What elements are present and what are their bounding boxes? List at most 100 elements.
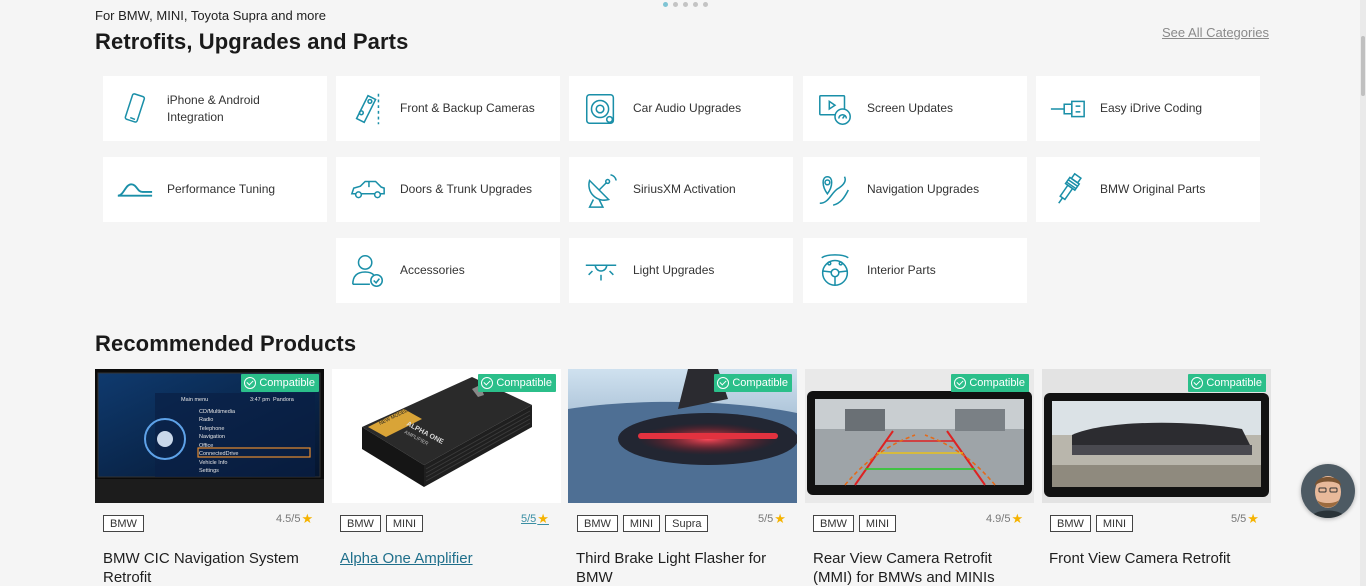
product-rating: 4.9/5 ★: [986, 511, 1023, 527]
product-name-link[interactable]: Third Brake Light Flasher for BMW: [576, 549, 791, 586]
category-doors-trunk[interactable]: Doors & Trunk Upgrades: [336, 157, 560, 222]
compatible-badge: Compatible: [1188, 374, 1266, 392]
carousel-dot[interactable]: [673, 2, 678, 7]
carousel-dot[interactable]: [683, 2, 688, 7]
category-screen-updates[interactable]: Screen Updates: [803, 76, 1027, 141]
rating-value: 4.5/5: [276, 513, 301, 525]
star-icon: ★: [1011, 511, 1024, 526]
category-label: Performance Tuning: [167, 182, 276, 196]
light-icon: [569, 238, 633, 303]
category-performance-tuning[interactable]: Performance Tuning: [103, 157, 327, 222]
screen-gauge-icon: [803, 76, 867, 141]
scrollbar-thumb[interactable]: [1361, 36, 1365, 96]
tag-badge: BMW: [103, 515, 144, 532]
tag-badge: Supra: [665, 515, 709, 532]
see-all-categories-link[interactable]: See All Categories: [1162, 25, 1269, 40]
map-pin-icon: [803, 157, 867, 222]
product-rating: 5/5 ★: [1231, 511, 1259, 527]
rating-value: 4.9/5: [986, 513, 1011, 525]
nav-header-left: Main menu: [181, 397, 208, 403]
spark-plug-icon: [1036, 157, 1100, 222]
product-name-link[interactable]: BMW CIC Navigation System Retrofit: [103, 549, 318, 586]
avatar-icon: [1301, 464, 1355, 518]
tag-badge: MINI: [1095, 515, 1134, 532]
carousel-dot[interactable]: [703, 2, 708, 7]
category-idrive-coding[interactable]: Easy iDrive Coding: [1036, 76, 1260, 141]
check-circle-icon: [1191, 377, 1204, 389]
tag-badge: BMW: [340, 515, 381, 532]
product-rating: 5/5 ★: [758, 511, 786, 527]
category-interior-parts[interactable]: Interior Parts: [803, 238, 1027, 303]
category-label: iPhone & Android Integration: [167, 92, 260, 124]
category-label: Car Audio Upgrades: [633, 101, 742, 115]
product-tags: BMW MINI: [340, 515, 424, 532]
page-scrollbar[interactable]: [1360, 0, 1366, 586]
check-circle-icon: [481, 377, 494, 389]
product-image[interactable]: NEW MODEL ALPHA ONE AMPLIFIER Compatible: [332, 369, 561, 503]
satellite-dish-icon: [569, 157, 633, 222]
phone-icon: [103, 76, 167, 141]
product-name-link[interactable]: Front View Camera Retrofit: [1049, 549, 1264, 568]
nav-menu-item: CD/Multimedia: [199, 409, 236, 415]
category-label: Front & Backup Cameras: [400, 101, 535, 115]
tag-badge: MINI: [385, 515, 424, 532]
recommended-title: Recommended Products: [95, 331, 357, 356]
tag-badge: BMW: [577, 515, 618, 532]
star-icon: ★: [537, 511, 549, 526]
nav-menu-item: Telephone: [199, 426, 224, 432]
tuning-curve-icon: [103, 157, 167, 222]
category-bmw-original-parts[interactable]: BMW Original Parts: [1036, 157, 1260, 222]
badge-label: Compatible: [1206, 377, 1262, 389]
badge-label: Compatible: [969, 377, 1025, 389]
compatible-badge: Compatible: [951, 374, 1029, 392]
category-iphone-android[interactable]: iPhone & Android Integration: [103, 76, 327, 141]
category-siriusxm[interactable]: SiriusXM Activation: [569, 157, 793, 222]
category-label: Screen Updates: [867, 101, 954, 115]
carousel-dot[interactable]: [663, 2, 668, 7]
star-icon: ★: [774, 511, 786, 526]
category-accessories[interactable]: Accessories: [336, 238, 560, 303]
nav-menu-item: ConnectedDrive: [199, 451, 238, 457]
product-rating: 4.5/5 ★: [276, 511, 313, 527]
category-navigation[interactable]: Navigation Upgrades: [803, 157, 1027, 222]
compatible-badge: Compatible: [478, 374, 556, 392]
product-name-link[interactable]: Rear View Camera Retrofit (MMI) for BMWs…: [813, 549, 1028, 586]
chat-avatar-button[interactable]: [1301, 464, 1355, 518]
category-light-upgrades[interactable]: Light Upgrades: [569, 238, 793, 303]
category-label: Interior Parts: [867, 263, 936, 277]
tag-badge: MINI: [858, 515, 897, 532]
category-car-audio[interactable]: Car Audio Upgrades: [569, 76, 793, 141]
product-rating-link[interactable]: 5/5 ★: [521, 511, 549, 527]
rating-value: 5/5: [758, 513, 774, 525]
product-image[interactable]: Compatible: [805, 369, 1034, 503]
product-image[interactable]: Main menu 3:47 pm Pandora CD/Multimedia …: [95, 369, 324, 503]
nav-menu-item: Settings: [199, 468, 219, 474]
nav-menu-item: Office: [199, 443, 213, 449]
product-name-link[interactable]: Alpha One Amplifier: [340, 549, 555, 568]
badge-label: Compatible: [496, 377, 552, 389]
rating-value: 5/5: [1231, 513, 1247, 525]
product-image[interactable]: Compatible: [568, 369, 797, 503]
usb-icon: [1036, 76, 1100, 141]
nav-menu-item: Vehicle Info: [199, 460, 227, 466]
product-tags: BMW MINI: [1050, 515, 1134, 532]
rating-value: 5/5: [521, 513, 537, 525]
categories-title: Retrofits, Upgrades and Parts: [95, 29, 409, 54]
product-tags: BMW MINI Supra: [577, 515, 709, 532]
badge-label: Compatible: [259, 377, 315, 389]
compatible-badge: Compatible: [241, 374, 319, 392]
carousel-dot[interactable]: [693, 2, 698, 7]
check-circle-icon: [244, 377, 257, 389]
category-label: Navigation Upgrades: [867, 182, 980, 196]
tag-badge: MINI: [622, 515, 661, 532]
nav-menu-item: Navigation: [199, 434, 225, 440]
check-circle-icon: [717, 377, 730, 389]
check-circle-icon: [954, 377, 967, 389]
carousel-dots: [663, 2, 708, 7]
category-cameras[interactable]: Front & Backup Cameras: [336, 76, 560, 141]
car-door-icon: [336, 157, 400, 222]
compatible-badge: Compatible: [714, 374, 792, 392]
car-camera-icon: [336, 76, 400, 141]
product-image[interactable]: Compatible: [1042, 369, 1271, 503]
user-check-icon: [336, 238, 400, 303]
